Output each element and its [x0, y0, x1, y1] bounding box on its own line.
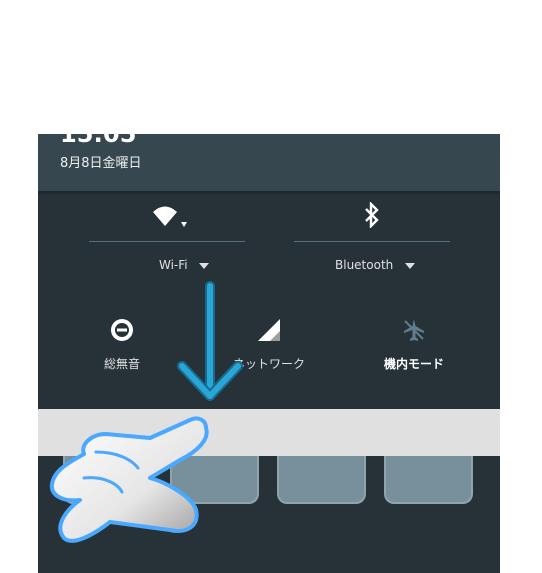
tile[interactable] [63, 456, 152, 504]
tile[interactable] [170, 456, 259, 504]
date-text: 8月8日金曜日 [60, 156, 142, 171]
signal-icon [214, 314, 324, 346]
tile-label: 総無音 [103, 357, 140, 371]
tile-label: 機内モード [383, 357, 444, 371]
bluetooth-divider [294, 241, 450, 242]
wifi-icon[interactable] [149, 200, 189, 230]
bluetooth-label: Bluetooth [335, 258, 394, 272]
do-not-disturb-icon [67, 314, 177, 346]
tile-label: ネットワーク [232, 357, 305, 371]
notification-shade-handle[interactable] [38, 409, 500, 456]
wifi-divider [89, 241, 245, 242]
phone-screen: 15:05 8月8日金曜日 Wi-Fi Bluetooth 総無音 ネットワーク… [38, 134, 500, 573]
quick-settings-panel: Wi-Fi Bluetooth 総無音 ネットワーク 機内モード [38, 194, 500, 409]
airplane-icon [359, 314, 469, 346]
tile[interactable] [277, 456, 366, 504]
status-bar: 15:05 8月8日金曜日 [38, 134, 500, 191]
chevron-down-icon [199, 262, 210, 269]
bluetooth-toggle[interactable]: Bluetooth [335, 258, 416, 272]
wifi-label: Wi-Fi [159, 258, 188, 272]
tile[interactable] [384, 456, 473, 504]
wifi-toggle[interactable]: Wi-Fi [159, 258, 210, 272]
tile-airplane-mode[interactable]: 機内モード [359, 314, 469, 372]
clock-time: 15:05 [60, 134, 137, 148]
tile-row [38, 456, 500, 573]
chevron-down-icon [405, 262, 416, 269]
tile-network[interactable]: ネットワーク [214, 314, 324, 372]
tile-total-silence[interactable]: 総無音 [67, 314, 177, 372]
bluetooth-icon[interactable] [352, 200, 392, 230]
